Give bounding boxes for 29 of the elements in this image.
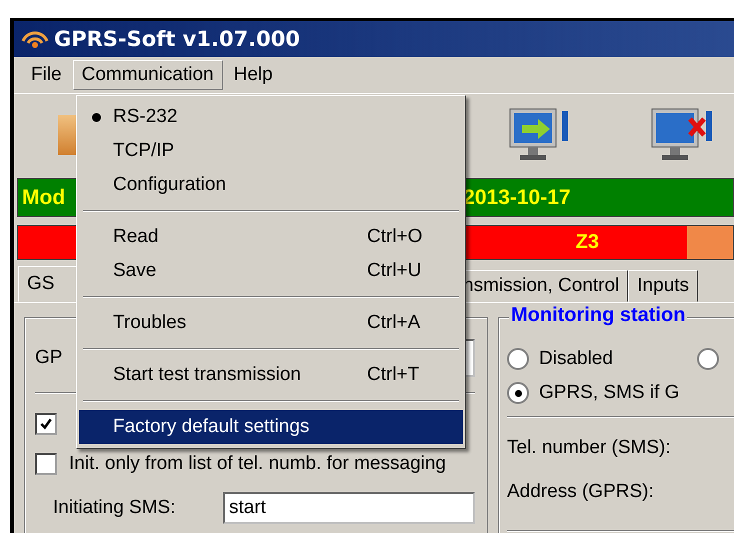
menu-item[interactable]: RS-232 — [79, 100, 463, 134]
radio-button[interactable] — [697, 348, 719, 370]
menu-item[interactable]: Troubles Ctrl+A — [79, 306, 463, 340]
field-label: GP — [35, 347, 64, 369]
field-label: Tel. number (SMS): — [507, 436, 672, 460]
menu-item[interactable]: TCP/IP — [79, 134, 463, 168]
group-title: Monitoring station — [509, 304, 688, 327]
checkbox[interactable] — [35, 413, 57, 435]
checkbox[interactable] — [35, 453, 57, 475]
radio-label: Disabled — [539, 348, 613, 370]
radio-button[interactable] — [507, 348, 529, 370]
menu-item[interactable]: File — [22, 60, 71, 90]
tab[interactable]: Inputs — [628, 270, 698, 302]
menu-item[interactable]: Communication — [72, 60, 223, 90]
menu-item[interactable]: Start test transmission Ctrl+T — [79, 358, 463, 392]
menu-item[interactable]: Factory default settings — [79, 410, 463, 444]
menu-item[interactable]: Configuration — [79, 168, 463, 202]
radio-label: GPRS, SMS if G — [539, 382, 680, 404]
field-label: Address (GPRS): — [507, 480, 655, 504]
field-label: Initiating SMS: — [53, 497, 176, 519]
checkmark-icon — [39, 417, 53, 431]
status-date: 2013-10-17 — [463, 186, 571, 210]
radio-button[interactable] — [507, 382, 529, 404]
input-field[interactable]: start — [223, 492, 475, 524]
window-title: GPRS-Soft v1.07.000 — [54, 27, 300, 51]
checkbox-label: Init. only from list of tel. numb. for messaging — [69, 453, 446, 475]
zone-indicator-segment — [687, 226, 733, 259]
menu-item[interactable]: Help — [224, 60, 282, 90]
status-text: Mod — [21, 186, 66, 210]
